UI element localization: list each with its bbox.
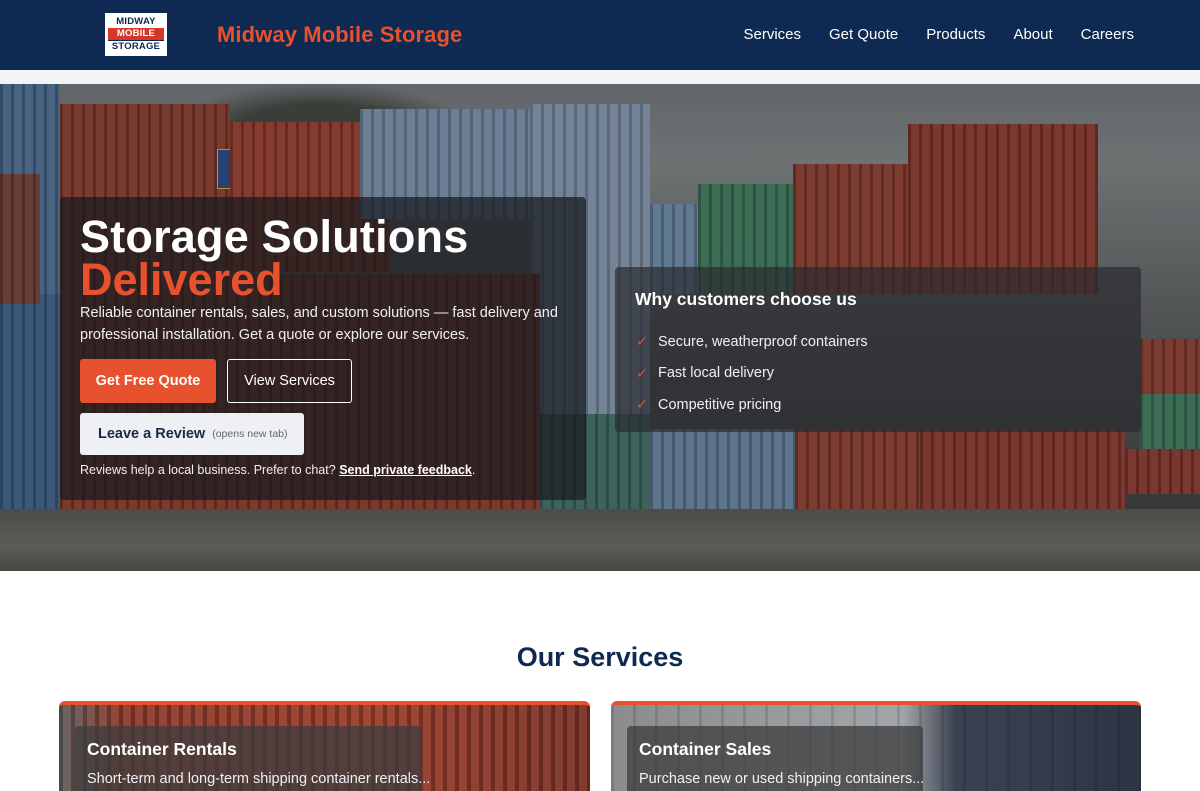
main-nav: Services Get Quote Products About Career… [743, 26, 1134, 43]
service-card-overlay: Container Rentals Short-term and long-te… [75, 726, 430, 791]
service-card-overlay: Container Sales Purchase new or used shi… [627, 726, 925, 791]
why-item-label: Secure, weatherproof containers [658, 333, 868, 350]
hero-subtitle: Reliable container rentals, sales, and c… [80, 305, 558, 343]
services-title: Our Services [516, 642, 684, 672]
service-card-container-rentals[interactable]: Container Rentals Short-term and long-te… [59, 701, 590, 791]
logo-line-2: MOBILE [108, 28, 164, 40]
nav-about[interactable]: About [1013, 26, 1052, 43]
service-card-description: Purchase new or used shipping containers… [639, 771, 925, 787]
header-gap [0, 70, 1200, 84]
hero-card: Storage Solutions Delivered Reliable con… [60, 197, 586, 500]
check-icon: ✓ [636, 364, 648, 381]
hero-title-accent: Delivered [80, 254, 283, 305]
brand-name[interactable]: Midway Mobile Storage [217, 22, 462, 48]
why-list: ✓ Secure, weatherproof containers ✓ Fast l… [635, 326, 868, 421]
service-card-description: Short-term and long-term shipping contai… [87, 771, 431, 787]
nav-get-quote[interactable]: Get Quote [829, 26, 898, 43]
why-choose-us-card: Why customers choose us ✓ Secure, weather… [615, 267, 1141, 432]
check-icon: ✓ [636, 396, 648, 413]
hero-section: Storage Solutions Delivered Reliable con… [0, 84, 1200, 571]
service-card-container-sales[interactable]: Container Sales Purchase new or used shi… [611, 701, 1141, 791]
why-item: ✓ Fast local delivery [635, 358, 868, 390]
leave-review-label: Leave a Review [98, 426, 206, 442]
nav-products[interactable]: Products [926, 26, 985, 43]
company-logo[interactable]: MIDWAY MOBILE STORAGE [105, 13, 167, 56]
opens-new-tab-hint: (opens new tab) [212, 428, 288, 440]
service-card-title: Container Rentals [87, 739, 237, 759]
site-header: MIDWAY MOBILE STORAGE Midway Mobile Stor… [0, 0, 1200, 70]
review-note: Reviews help a local business. Prefer to… [80, 463, 475, 477]
why-item-label: Fast local delivery [658, 365, 775, 382]
logo-line-3: STORAGE [108, 40, 164, 53]
view-services-button[interactable]: View Services [227, 359, 352, 403]
hero-title: Storage Solutions [80, 211, 469, 262]
logo-line-1: MIDWAY [116, 16, 156, 27]
send-private-feedback-link[interactable]: Send private feedback [339, 463, 472, 477]
why-item: ✓ Competitive pricing [635, 389, 868, 421]
review-note-text: Reviews help a local business. Prefer to… [80, 463, 336, 477]
why-item-label: Competitive pricing [658, 396, 782, 413]
get-free-quote-button[interactable]: Get Free Quote [80, 359, 216, 403]
nav-careers[interactable]: Careers [1081, 26, 1134, 43]
leave-review-button[interactable]: Leave a Review (opens new tab) [80, 413, 304, 455]
review-note-end: . [471, 463, 476, 477]
why-title: Why customers choose us [635, 289, 857, 309]
why-item: ✓ Secure, weatherproof containers [635, 326, 868, 358]
check-icon: ✓ [636, 333, 648, 350]
service-card-title: Container Sales [639, 739, 772, 759]
nav-services[interactable]: Services [743, 26, 801, 43]
